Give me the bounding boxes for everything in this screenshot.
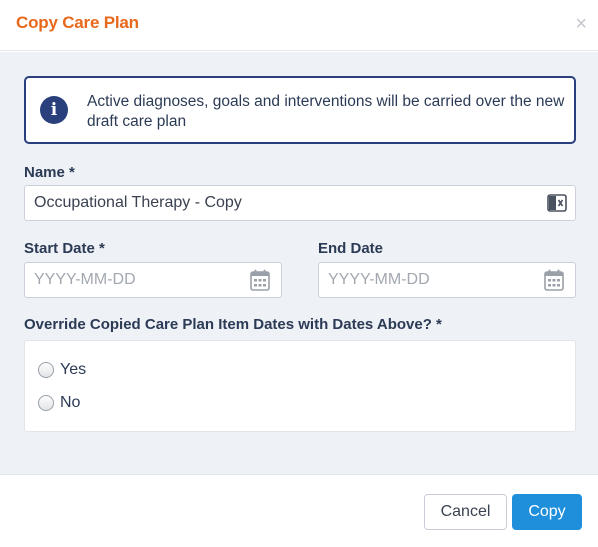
override-dates-label: Override Copied Care Plan Item Dates wit… <box>24 316 442 333</box>
dialog-title: Copy Care Plan <box>16 13 139 32</box>
override-option-no[interactable]: No <box>38 393 80 413</box>
name-label: Name * <box>24 164 75 181</box>
radio-label-yes: Yes <box>60 361 87 378</box>
copy-care-plan-dialog: Copy Care Plan × i Active diagnoses, goa… <box>0 0 598 547</box>
copy-button[interactable]: Copy <box>512 494 582 530</box>
info-circle-icon: i <box>40 96 68 124</box>
dialog-header: Copy Care Plan × <box>0 0 598 51</box>
cancel-button[interactable]: Cancel <box>424 494 507 530</box>
calendar-icon[interactable] <box>250 269 270 291</box>
start-date-label: Start Date * <box>24 240 105 257</box>
start-date-input[interactable] <box>24 262 282 298</box>
override-radio-group: Yes No <box>24 340 576 432</box>
info-alert-text: Active diagnoses, goals and intervention… <box>87 93 565 130</box>
radio-button-yes[interactable] <box>38 362 54 378</box>
dialog-footer: Cancel Copy <box>0 474 598 547</box>
override-option-yes[interactable]: Yes <box>38 360 86 380</box>
radio-label-no: No <box>60 394 81 411</box>
info-alert: i Active diagnoses, goals and interventi… <box>24 76 576 144</box>
calendar-icon[interactable] <box>544 269 564 291</box>
radio-button-no[interactable] <box>38 395 54 411</box>
dialog-body: i Active diagnoses, goals and interventi… <box>0 52 598 474</box>
end-date-label: End Date <box>318 240 384 257</box>
end-date-input[interactable] <box>318 262 576 298</box>
close-icon[interactable]: × <box>575 14 587 34</box>
contact-card-icon[interactable] <box>547 194 567 212</box>
name-input[interactable] <box>24 185 576 221</box>
